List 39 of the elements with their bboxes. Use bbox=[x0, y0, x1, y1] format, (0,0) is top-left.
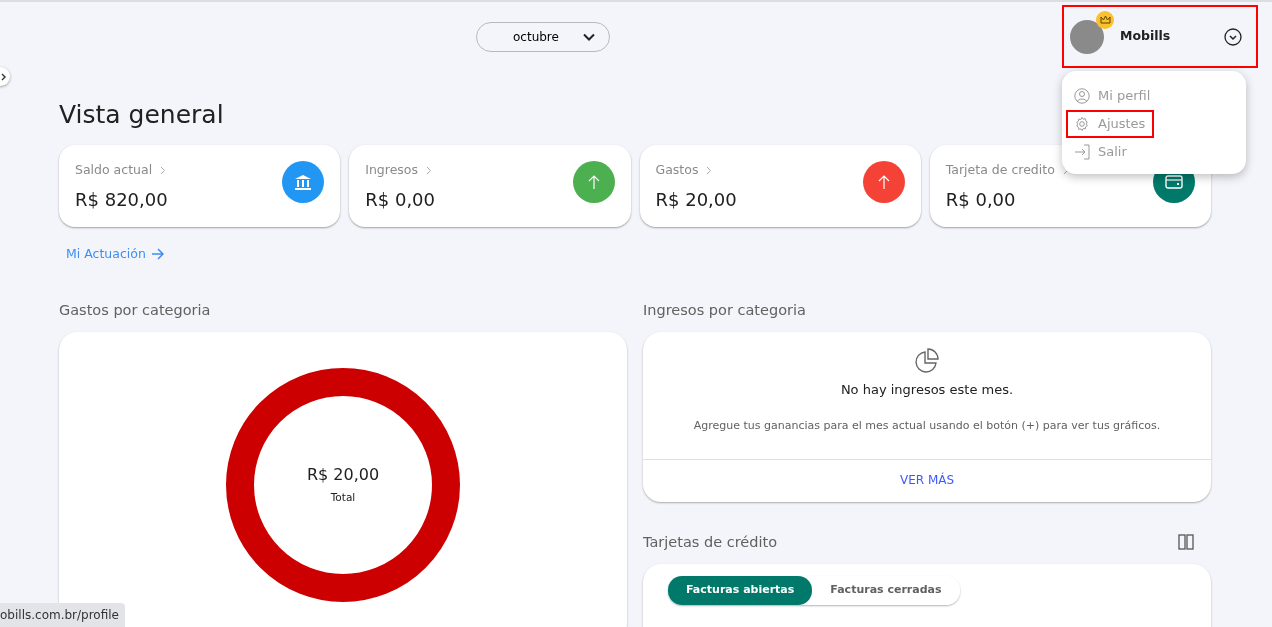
card-label: Ingresos bbox=[365, 161, 419, 179]
empty-title: No hay ingresos este mes. bbox=[839, 380, 1015, 399]
section-title: Tarjetas de crédito bbox=[643, 532, 778, 552]
summary-card[interactable]: Saldo actual R$ 820,00 bbox=[59, 145, 341, 227]
bank-icon bbox=[294, 173, 313, 191]
card-amount: R$ 20,00 bbox=[655, 187, 737, 212]
arrow-right-icon bbox=[151, 248, 164, 261]
chevron-right-icon bbox=[160, 165, 167, 175]
empty-message: Agregue tus ganancias para el mes actual usando el botón (+) para ver tus gráficos. bbox=[692, 418, 1162, 434]
total-label: Total bbox=[330, 490, 356, 506]
chevron-right-icon bbox=[426, 165, 433, 175]
status-url: obills.com.br/profile bbox=[0, 603, 125, 627]
section-title: Gastos por categoria bbox=[59, 300, 212, 320]
columns-icon[interactable] bbox=[1178, 534, 1194, 551]
summary-card[interactable]: Gastos R$ 20,00 bbox=[639, 145, 921, 227]
card-amount: R$ 0,00 bbox=[945, 187, 1017, 212]
chevron-down-icon bbox=[583, 32, 595, 41]
performance-link[interactable]: Mi Actuación bbox=[66, 245, 164, 264]
user-icon bbox=[1074, 88, 1090, 104]
section-title: Ingresos por categoria bbox=[643, 300, 807, 320]
card-label: Saldo actual bbox=[75, 161, 153, 179]
chevron-down-icon[interactable] bbox=[1224, 27, 1242, 46]
profile-name: Mobills bbox=[1120, 27, 1171, 46]
invoice-tab[interactable]: Facturas abiertas bbox=[668, 576, 813, 605]
chevron-right-icon bbox=[1, 72, 7, 81]
see-more-button[interactable]: VER MÁS bbox=[893, 469, 961, 490]
total-amount: R$ 20,00 bbox=[306, 464, 380, 487]
pie-chart-icon bbox=[914, 347, 940, 374]
card-label: Gastos bbox=[655, 161, 699, 179]
page-title: Vista general bbox=[59, 100, 224, 130]
card-amount: R$ 820,00 bbox=[75, 187, 168, 212]
card-amount: R$ 0,00 bbox=[365, 187, 435, 212]
month-dropdown[interactable]: octubre bbox=[476, 21, 610, 52]
card-label: Tarjeta de credito bbox=[945, 161, 1055, 179]
summary-card[interactable]: Ingresos R$ 0,00 bbox=[349, 145, 631, 227]
sign-in-arrow-icon bbox=[1074, 144, 1090, 160]
chevron-right-icon bbox=[706, 165, 713, 175]
profile-area[interactable]: Mobills bbox=[1062, 5, 1258, 68]
settings-icon bbox=[1074, 116, 1090, 132]
